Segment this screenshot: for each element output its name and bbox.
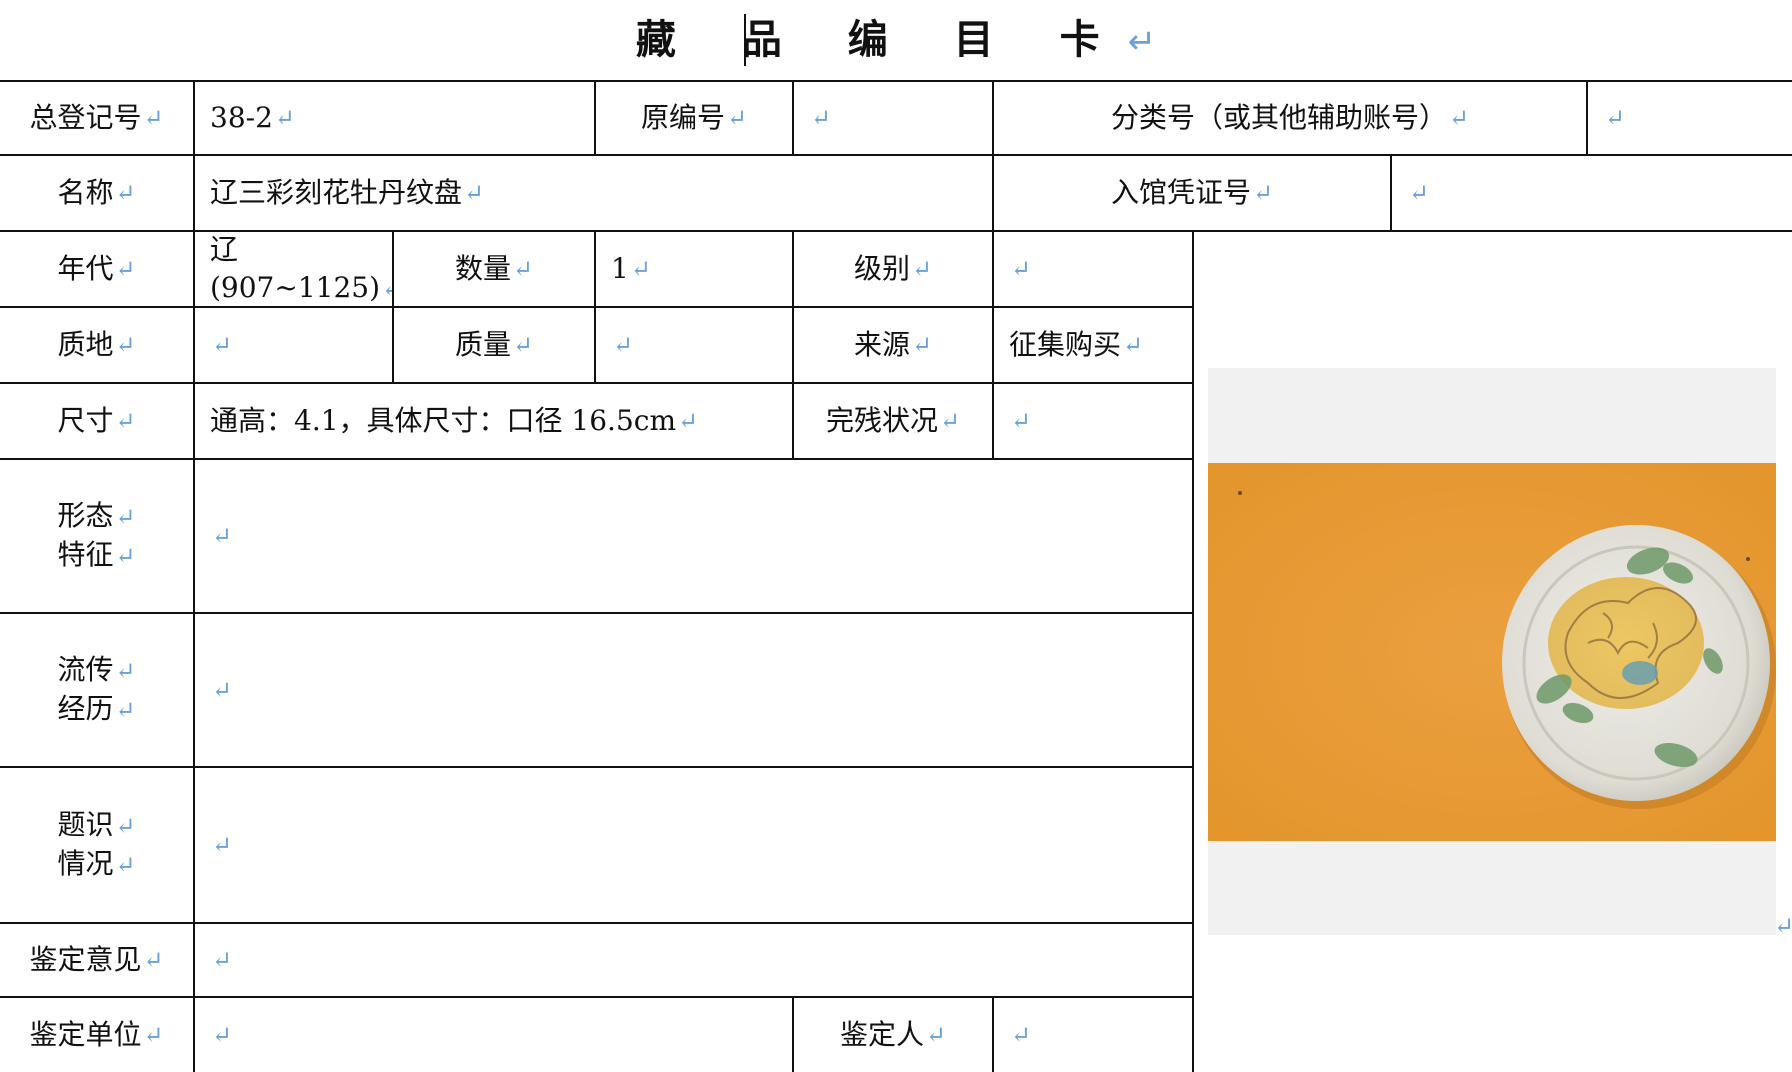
grade-value[interactable]: ↵ bbox=[994, 232, 1192, 306]
size-label: 尺寸 ↵ bbox=[57, 404, 136, 437]
appraiser-value[interactable]: ↵ bbox=[994, 998, 1192, 1072]
history-label: 流传↵ 经历↵ bbox=[57, 653, 136, 725]
history-value[interactable]: ↵ bbox=[195, 614, 1192, 766]
condition-label: 完残状况 ↵ bbox=[826, 404, 960, 437]
era-value-line2: (907~1125)↵ bbox=[210, 270, 392, 304]
weight-label: 质量 ↵ bbox=[455, 328, 533, 361]
name-label: 名称 ↵ bbox=[57, 176, 136, 209]
opinion-value[interactable]: ↵ bbox=[195, 924, 1192, 996]
anchor-para-mark: ↵ bbox=[1774, 912, 1792, 940]
material-value[interactable]: ↵ bbox=[195, 308, 392, 382]
qty-label: 数量 ↵ bbox=[455, 252, 533, 285]
total-reg-value[interactable]: 38-2 ↵ bbox=[195, 82, 594, 154]
name-value[interactable]: 辽三彩刻花牡丹纹盘 ↵ bbox=[195, 156, 992, 230]
material-label: 质地 ↵ bbox=[57, 328, 136, 361]
condition-value[interactable]: ↵ bbox=[994, 384, 1192, 458]
source-label: 来源 ↵ bbox=[854, 328, 932, 361]
era-value[interactable]: 辽 (907~1125)↵ bbox=[195, 232, 392, 306]
orig-no-value[interactable]: ↵ bbox=[794, 82, 992, 154]
class-no-value[interactable]: ↵ bbox=[1588, 82, 1792, 154]
era-label: 年代 ↵ bbox=[57, 252, 136, 285]
unit-value[interactable]: ↵ bbox=[195, 998, 792, 1072]
grade-label: 级别 ↵ bbox=[854, 252, 932, 285]
size-value[interactable]: 通高：4.1，具体尺寸：口径 16.5cm ↵ bbox=[195, 384, 792, 458]
total-reg-label: 总登记号 ↵ bbox=[29, 101, 164, 134]
plate-image bbox=[1208, 463, 1776, 841]
appraiser-label: 鉴定人 ↵ bbox=[840, 1018, 946, 1051]
class-no-label: 分类号（或其他辅助账号） ↵ bbox=[1111, 101, 1469, 134]
weight-value[interactable]: ↵ bbox=[596, 308, 792, 382]
voucher-value[interactable]: ↵ bbox=[1392, 156, 1792, 230]
qty-value[interactable]: 1 ↵ bbox=[596, 232, 792, 306]
form-label: 形态↵ 特征↵ bbox=[57, 499, 136, 571]
voucher-label: 入馆凭证号 ↵ bbox=[1111, 176, 1273, 209]
era-value-line1: 辽 bbox=[210, 232, 239, 266]
unit-label: 鉴定单位 ↵ bbox=[29, 1018, 164, 1051]
opinion-label: 鉴定意见 ↵ bbox=[29, 943, 164, 976]
source-value[interactable]: 征集购买 ↵ bbox=[994, 308, 1192, 382]
form-value[interactable]: ↵ bbox=[195, 460, 1192, 612]
artifact-photo[interactable] bbox=[1208, 463, 1776, 841]
inscription-label: 题识↵ 情况↵ bbox=[57, 808, 136, 880]
orig-no-label: 原编号 ↵ bbox=[641, 101, 747, 134]
inscription-value[interactable]: ↵ bbox=[195, 768, 1192, 922]
